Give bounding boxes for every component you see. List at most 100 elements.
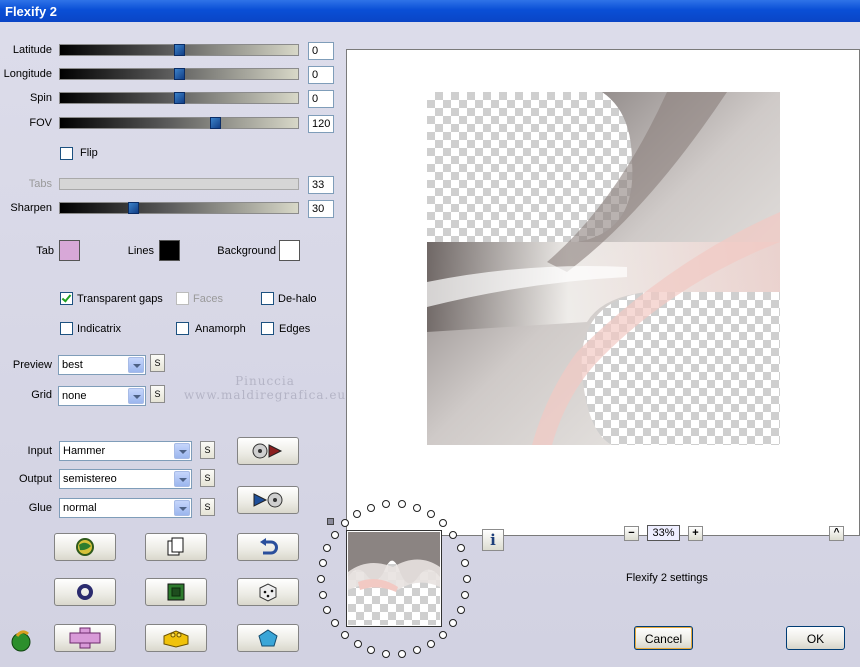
- output-s-button[interactable]: S: [200, 469, 215, 487]
- ring-dot[interactable]: [427, 510, 435, 518]
- ok-button[interactable]: OK: [786, 626, 845, 650]
- grid-select[interactable]: none: [58, 386, 146, 406]
- ring-dot[interactable]: [382, 650, 390, 658]
- anamorph-checkbox[interactable]: [176, 322, 189, 335]
- ring-dot[interactable]: [413, 504, 421, 512]
- latitude-value-field[interactable]: 0: [308, 42, 334, 60]
- input-s-button[interactable]: S: [200, 441, 215, 459]
- ring-dot[interactable]: [398, 500, 406, 508]
- randomize-button[interactable]: [54, 533, 116, 561]
- zoom-out-button[interactable]: −: [624, 526, 639, 541]
- chip-icon: [167, 583, 185, 601]
- expand-up-button[interactable]: ^: [829, 526, 844, 541]
- load-button[interactable]: [237, 437, 299, 465]
- dialog-panel: Latitude 0 Longitude 0 Spin 0 FOV 120 Tabs 33 Shar…: [0, 22, 860, 667]
- ring-dot[interactable]: [331, 619, 339, 627]
- ring-dot[interactable]: [439, 631, 447, 639]
- ring-dot[interactable]: [331, 531, 339, 539]
- tab-color-swatch[interactable]: [59, 240, 80, 261]
- ring-dot[interactable]: [353, 510, 361, 518]
- ring-dot[interactable]: [457, 606, 465, 614]
- de-halo-checkbox[interactable]: [261, 292, 274, 305]
- lines-color-label: Lines: [127, 245, 154, 257]
- frame-button[interactable]: [145, 578, 207, 606]
- yellow-brick-icon: [163, 630, 189, 648]
- thumbnail-preview[interactable]: [346, 530, 442, 627]
- preview-s-button[interactable]: S: [150, 354, 165, 372]
- reset-button[interactable]: [54, 578, 116, 606]
- ring-dot[interactable]: [319, 559, 327, 567]
- spin-slider[interactable]: [59, 92, 299, 104]
- faces-checkbox[interactable]: [176, 292, 189, 305]
- thumbnail-handle[interactable]: [327, 518, 334, 525]
- preview-select[interactable]: best: [58, 355, 146, 375]
- fov-slider-thumb[interactable]: [210, 117, 221, 129]
- zoom-in-button[interactable]: +: [688, 526, 703, 541]
- plus-shape-button[interactable]: [54, 624, 116, 652]
- latitude-slider-thumb[interactable]: [174, 44, 185, 56]
- ring-dot[interactable]: [398, 650, 406, 658]
- main-preview-canvas[interactable]: [346, 49, 860, 536]
- chevron-down-icon: [174, 443, 190, 459]
- longitude-slider-thumb[interactable]: [174, 68, 185, 80]
- copy-button[interactable]: [145, 533, 207, 561]
- pentagon-button[interactable]: [237, 624, 299, 652]
- ring-dot[interactable]: [449, 619, 457, 627]
- info-button[interactable]: i: [482, 529, 504, 551]
- sharpen-value-field[interactable]: 30: [308, 200, 334, 218]
- random-dice-button[interactable]: [237, 578, 299, 606]
- chevron-down-icon: [128, 388, 144, 404]
- ring-dot[interactable]: [413, 646, 421, 654]
- ring-dot[interactable]: [427, 640, 435, 648]
- output-select[interactable]: semistereo: [59, 469, 192, 489]
- ring-dot[interactable]: [449, 531, 457, 539]
- title-bar: Flexify 2: [0, 0, 860, 22]
- latitude-slider[interactable]: [59, 44, 299, 56]
- chevron-down-icon: [174, 471, 190, 487]
- sharpen-slider[interactable]: [59, 202, 299, 214]
- ring-dot[interactable]: [457, 544, 465, 552]
- ring-dot[interactable]: [439, 519, 447, 527]
- glue-s-button[interactable]: S: [200, 498, 215, 516]
- longitude-value-field[interactable]: 0: [308, 66, 334, 84]
- ring-dot[interactable]: [463, 575, 471, 583]
- edges-checkbox[interactable]: [261, 322, 274, 335]
- preview-label: Preview: [12, 359, 52, 371]
- save-button[interactable]: [237, 486, 299, 514]
- undo-button[interactable]: [237, 533, 299, 561]
- ring-dot[interactable]: [354, 640, 362, 648]
- ring-dot[interactable]: [319, 591, 327, 599]
- globe-icon: [76, 538, 94, 556]
- ring-dot[interactable]: [323, 606, 331, 614]
- tabs-label: Tabs: [28, 178, 52, 190]
- cancel-button[interactable]: Cancel: [634, 626, 693, 650]
- flip-checkbox[interactable]: [60, 147, 73, 160]
- latitude-label: Latitude: [12, 44, 52, 56]
- ring-dot[interactable]: [317, 575, 325, 583]
- ring-dot[interactable]: [341, 519, 349, 527]
- fov-slider[interactable]: [59, 117, 299, 129]
- spin-value-field[interactable]: 0: [308, 90, 334, 108]
- lines-color-swatch[interactable]: [159, 240, 180, 261]
- block-button[interactable]: [145, 624, 207, 652]
- tabs-slider[interactable]: [59, 178, 299, 190]
- ring-dot[interactable]: [367, 646, 375, 654]
- pink-cross-icon: [69, 627, 101, 649]
- fov-value-field[interactable]: 120: [308, 115, 334, 133]
- ring-dot[interactable]: [461, 559, 469, 567]
- ring-dot[interactable]: [461, 591, 469, 599]
- longitude-slider[interactable]: [59, 68, 299, 80]
- transparent-gaps-checkbox[interactable]: [60, 292, 73, 305]
- sharpen-slider-thumb[interactable]: [128, 202, 139, 214]
- input-select[interactable]: Hammer: [59, 441, 192, 461]
- ring-dot[interactable]: [367, 504, 375, 512]
- ring-dot[interactable]: [341, 631, 349, 639]
- tabs-value-field[interactable]: 33: [308, 176, 334, 194]
- ring-dot[interactable]: [323, 544, 331, 552]
- grid-s-button[interactable]: S: [150, 385, 165, 403]
- indicatrix-checkbox[interactable]: [60, 322, 73, 335]
- spin-slider-thumb[interactable]: [174, 92, 185, 104]
- glue-select[interactable]: normal: [59, 498, 192, 518]
- ring-dot[interactable]: [382, 500, 390, 508]
- background-color-swatch[interactable]: [279, 240, 300, 261]
